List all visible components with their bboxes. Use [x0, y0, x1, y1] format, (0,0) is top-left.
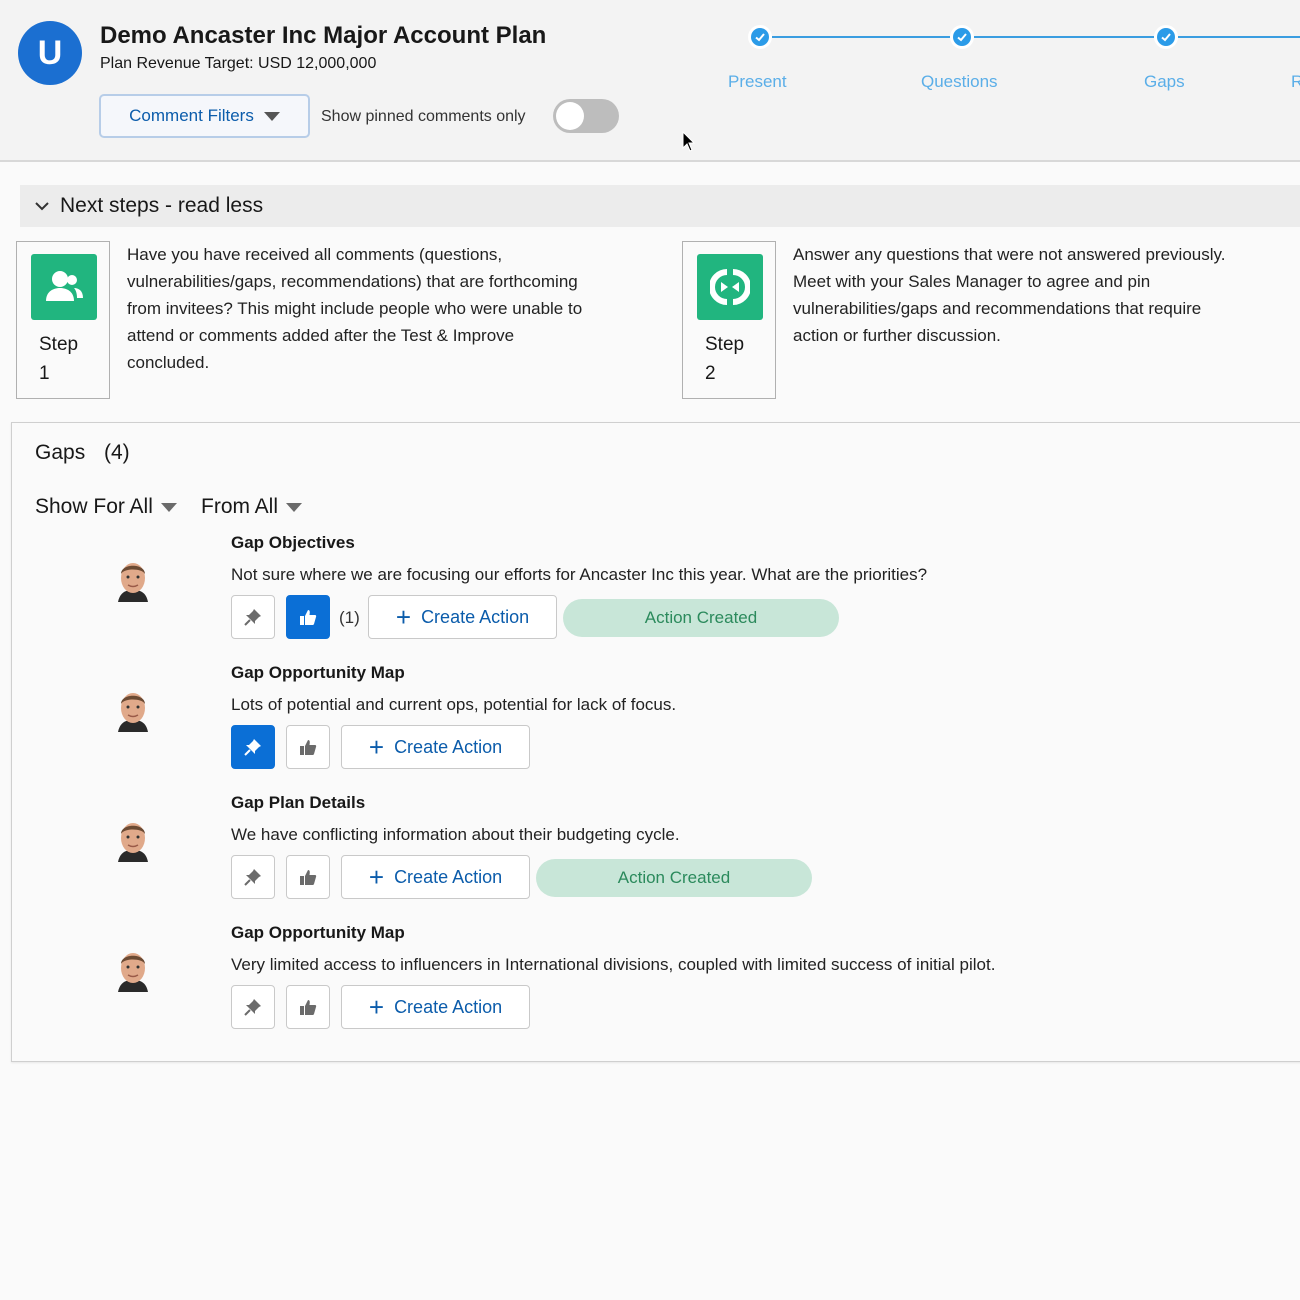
app-logo: U [18, 21, 82, 85]
gap-comment: Gap Objectives Not sure where we are foc… [12, 533, 1292, 643]
chevron-down-icon [35, 202, 49, 211]
plus-icon: + [368, 862, 385, 892]
comment-title: Gap Plan Details [231, 793, 366, 812]
like-button[interactable] [286, 855, 330, 899]
comment-title: Gap Opportunity Map [231, 663, 405, 682]
like-button[interactable] [286, 595, 330, 639]
thumbs-up-icon [300, 610, 317, 625]
comment-body: We have conflicting information about th… [231, 825, 680, 844]
path-step-next[interactable]: R [1291, 72, 1300, 92]
path-step-gaps[interactable]: Gaps [1144, 72, 1185, 92]
from-dropdown[interactable]: From All [201, 495, 303, 519]
step-number: 2 [705, 363, 716, 384]
show-for-dropdown[interactable]: Show For All [35, 495, 177, 519]
plus-icon: + [395, 602, 412, 632]
create-action-label: Create Action [394, 736, 503, 757]
path-step-present-check-icon[interactable] [748, 25, 772, 49]
avatar [112, 948, 154, 994]
path-connector [772, 36, 950, 38]
chevron-down-icon [263, 111, 280, 121]
comment-title: Gap Objectives [231, 533, 355, 552]
comment-filters-label: Comment Filters [129, 106, 254, 125]
pin-button[interactable] [231, 725, 275, 769]
avatar [112, 558, 154, 604]
create-action-button[interactable]: + Create Action [341, 985, 530, 1029]
step-1-description: Have you have received all comments (que… [127, 245, 583, 372]
create-action-label: Create Action [421, 606, 530, 627]
pin-icon [244, 999, 261, 1016]
step-card-2: Step 2 [682, 241, 776, 399]
step-2-description: Answer any questions that were not answe… [793, 245, 1226, 345]
plus-icon: + [368, 732, 385, 762]
next-steps-toggle[interactable]: Next steps - read less [20, 185, 1300, 227]
comment-body: Very limited access to influencers in In… [231, 955, 996, 974]
chevron-down-icon [286, 502, 303, 512]
pin-button[interactable] [231, 985, 275, 1029]
mouse-cursor-icon [682, 130, 696, 158]
step-label: Step [39, 334, 79, 355]
path-step-questions[interactable]: Questions [921, 72, 998, 92]
create-action-button[interactable]: + Create Action [341, 855, 530, 899]
path-step-present[interactable]: Present [728, 72, 787, 92]
page-header: U Demo Ancaster Inc Major Account Plan P… [0, 0, 1300, 162]
pinned-toggle-label: Show pinned comments only [321, 108, 526, 125]
plus-icon: + [368, 992, 385, 1022]
users-icon [31, 254, 97, 320]
gap-comment: Gap Opportunity Map Lots of potential an… [12, 663, 1292, 773]
avatar [112, 818, 154, 864]
gaps-title: Gaps [35, 441, 86, 464]
thumbs-up-icon [300, 1000, 317, 1015]
comment-title: Gap Opportunity Map [231, 923, 405, 942]
refresh-icon [697, 254, 763, 320]
like-count: (1) [339, 608, 360, 627]
thumbs-up-icon [300, 870, 317, 885]
create-action-button[interactable]: + Create Action [368, 595, 557, 639]
page-subtitle: Plan Revenue Target: USD 12,000,000 [100, 55, 377, 72]
thumbs-up-icon [300, 740, 317, 755]
comment-filters-button[interactable]: Comment Filters [99, 94, 310, 138]
page-title: Demo Ancaster Inc Major Account Plan [100, 22, 547, 49]
avatar [112, 688, 154, 734]
pin-button[interactable] [231, 595, 275, 639]
step-number: 1 [39, 363, 50, 384]
next-steps-title: Next steps - read less [60, 194, 264, 217]
toggle-knob [556, 102, 584, 130]
create-action-button[interactable]: + Create Action [341, 725, 530, 769]
gaps-count: (4) [104, 441, 130, 464]
pin-icon [244, 609, 261, 626]
create-action-label: Create Action [394, 866, 503, 887]
pinned-only-toggle[interactable] [553, 99, 619, 133]
path-connector [974, 36, 1154, 38]
action-created-badge: Action Created [563, 599, 839, 637]
path-step-questions-check-icon[interactable] [950, 25, 974, 49]
pin-icon [244, 739, 261, 756]
gap-comment: Gap Opportunity Map Very limited access … [12, 923, 1292, 1033]
show-for-label: Show For All [35, 495, 153, 518]
path-step-gaps-check-icon[interactable] [1154, 25, 1178, 49]
gap-comment: Gap Plan Details We have conflicting inf… [12, 793, 1292, 903]
pin-icon [244, 869, 261, 886]
step-label: Step [705, 334, 745, 355]
create-action-label: Create Action [394, 996, 503, 1017]
comment-body: Not sure where we are focusing our effor… [231, 565, 928, 584]
like-button[interactable] [286, 985, 330, 1029]
pin-button[interactable] [231, 855, 275, 899]
comment-body: Lots of potential and current ops, poten… [231, 695, 677, 714]
from-label: From All [201, 495, 279, 518]
step-card-1: Step 1 [16, 241, 110, 399]
chevron-down-icon [160, 502, 177, 512]
like-button[interactable] [286, 725, 330, 769]
action-created-badge: Action Created [536, 859, 812, 897]
path-connector [1178, 36, 1300, 38]
gaps-card: Gaps (4) Show For All From All Gap Objec… [11, 422, 1300, 1062]
